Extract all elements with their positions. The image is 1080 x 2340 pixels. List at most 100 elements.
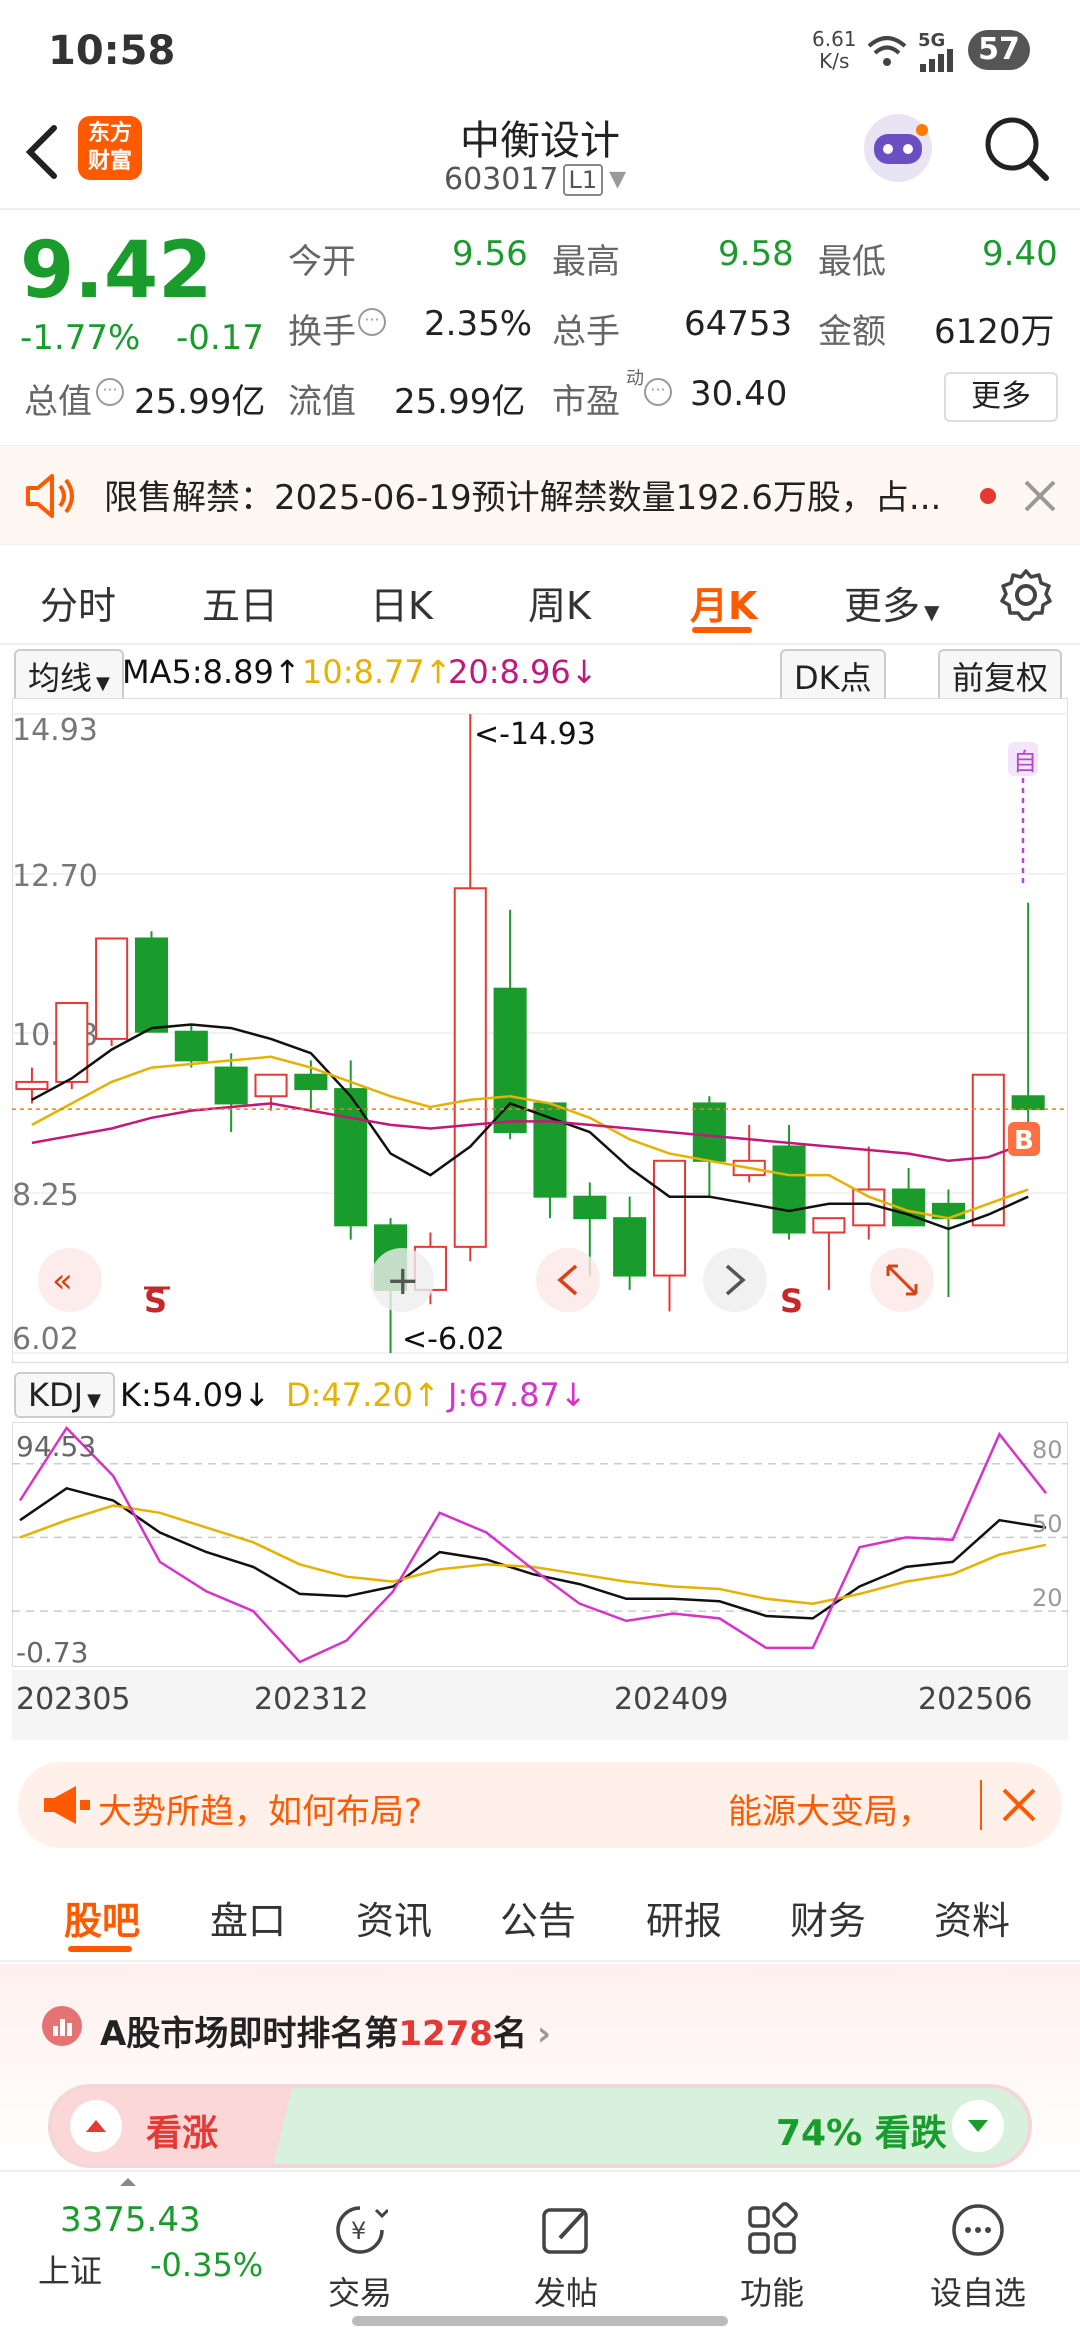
tab-fenshi[interactable]: 分时	[40, 575, 116, 630]
nav-trade[interactable]: ¥ 交易	[290, 2202, 430, 2314]
ma-selector-label: 均线	[28, 659, 93, 697]
net-speed-unit: K/s	[819, 49, 850, 73]
tab-wuri[interactable]: 五日	[202, 575, 278, 630]
candle-body	[134, 937, 169, 1033]
y-tick-label: 6.02	[12, 1322, 79, 1357]
status-time: 10:58	[48, 28, 176, 74]
fullscreen-button[interactable]	[870, 1248, 934, 1312]
kdj-tick-50: 50	[1032, 1510, 1063, 1538]
nav-add-watchlist-label: 设自选	[929, 2274, 1026, 2312]
y-tick-label: 8.25	[12, 1178, 79, 1213]
tab-ziliao[interactable]: 资料	[934, 1890, 1010, 1945]
robot-assistant-icon[interactable]	[858, 108, 938, 188]
self-marker: 自	[1013, 748, 1037, 776]
low-value: 9.40	[982, 234, 1058, 274]
notice-banner[interactable]: 限售解禁：2025-06-19预计解禁数量192.6万股，占...	[0, 445, 1080, 545]
float-cap-label: 流值	[288, 382, 356, 422]
index-value[interactable]: 3375.43	[60, 2200, 201, 2240]
nav-function[interactable]: 功能	[702, 2202, 842, 2314]
grid-icon	[748, 2202, 798, 2254]
candle-body	[95, 937, 129, 1040]
tab-more[interactable]: 更多 ▼	[844, 575, 939, 630]
total-cap-label: 总值	[24, 382, 92, 422]
x-tick-label: 202409	[614, 1682, 729, 1717]
zoom-in-button[interactable]: +	[370, 1248, 434, 1312]
tab-zixun[interactable]: 资讯	[356, 1890, 432, 1945]
tab-zhouk[interactable]: 周K	[528, 575, 591, 630]
promo-text-2[interactable]: 能源大变局，	[728, 1784, 932, 1833]
tab-guba[interactable]: 股吧	[64, 1890, 140, 1945]
change-amount: -0.17	[176, 318, 264, 358]
kdj-tick-20: 20	[1032, 1584, 1063, 1612]
edit-icon	[542, 2208, 588, 2254]
arrow-down-icon: ↓	[559, 1376, 587, 1414]
net-speed-value: 6.61	[812, 27, 857, 51]
tab-gonggao[interactable]: 公告	[500, 1890, 576, 1945]
stock-code-row[interactable]: 603017 L1 ▼	[444, 162, 626, 197]
quote-panel: 9.42 -1.77% -0.17 今开 9.56 最高 9.58 最低 9.4…	[0, 212, 1080, 442]
gear-icon[interactable]	[998, 567, 1054, 623]
info-icon[interactable]: ···	[358, 308, 386, 336]
index-change[interactable]: -0.35%	[150, 2246, 263, 2284]
candle-body	[812, 1217, 846, 1234]
tab-more-label: 更多	[844, 584, 921, 628]
tab-yuek[interactable]: 月K	[690, 575, 757, 630]
change-percent: -1.77%	[20, 318, 141, 358]
dropdown-icon: ▼	[87, 1390, 101, 1411]
x-tick-label: 202506	[918, 1682, 1033, 1717]
zoom-out-button[interactable]: «	[38, 1248, 102, 1312]
rank-text[interactable]: A股市场即时排名第1278名 ›	[100, 2006, 551, 2055]
search-icon[interactable]	[982, 114, 1052, 184]
d-value: D:47.20↑	[286, 1376, 440, 1414]
signal-icon	[920, 49, 953, 72]
adjust-button[interactable]: 前复权	[938, 649, 1063, 703]
tab-caiwu[interactable]: 财务	[790, 1890, 866, 1945]
more-button[interactable]: 更多	[944, 372, 1058, 422]
buy-marker: B	[1014, 1126, 1034, 1156]
promo-text-1[interactable]: 大势所趋，如何布局?	[98, 1784, 422, 1833]
rank-prefix: A股市场即时排名第	[100, 2014, 399, 2054]
battery-indicator: 57	[968, 30, 1030, 70]
min-annotation: <-6.02	[402, 1322, 505, 1357]
promo-banner[interactable]: 大势所趋，如何布局? 能源大变局，	[18, 1762, 1062, 1848]
sell-marker: S	[780, 1282, 803, 1320]
speaker-icon	[26, 474, 74, 518]
high-value: 9.58	[718, 234, 794, 274]
candle-body	[214, 1066, 248, 1105]
pe-superscript: 动	[626, 368, 644, 389]
bull-label[interactable]: 看涨	[146, 2104, 218, 2156]
nav-post[interactable]: 发帖	[496, 2202, 636, 2314]
close-icon[interactable]	[1000, 1786, 1038, 1824]
kdj-chart[interactable]: 94.53 -0.73 80 50 20	[12, 1422, 1068, 1667]
bull-button[interactable]	[70, 2100, 122, 2152]
tab-yanbao[interactable]: 研报	[646, 1890, 722, 1945]
index-name[interactable]: 上证	[38, 2246, 102, 2292]
bear-label[interactable]: 74% 看跌	[776, 2104, 947, 2156]
kdj-indicator-bar: KDJ ▼ K:54.09↓ D:47.20↑ J:67.87↓	[0, 1368, 1080, 1418]
divider	[980, 1780, 982, 1830]
dropdown-icon: ▼	[96, 673, 110, 694]
scroll-left-button[interactable]	[536, 1248, 600, 1312]
info-icon[interactable]: ···	[96, 378, 124, 406]
kdj-min-label: -0.73	[16, 1636, 88, 1667]
info-icon[interactable]: ···	[644, 378, 672, 406]
candlestick-chart[interactable]: 14.9312.7010.488.256.02 <-14.93 <-6.02 自…	[12, 698, 1068, 1363]
turnover-label: 换手	[288, 312, 356, 352]
tab-rik[interactable]: 日K	[370, 575, 433, 630]
candle-body	[453, 887, 487, 1248]
scroll-right-button[interactable]	[703, 1248, 767, 1312]
tab-pankou[interactable]: 盘口	[210, 1890, 286, 1945]
amount-value: 6120万	[934, 312, 1055, 352]
volume-value: 64753	[684, 304, 793, 344]
ma-selector[interactable]: 均线 ▼	[14, 649, 124, 703]
close-icon[interactable]	[1020, 476, 1060, 516]
candle-body	[772, 1145, 806, 1234]
x-tick-label: 202305	[16, 1682, 131, 1717]
home-indicator	[352, 2316, 728, 2326]
nav-add-watchlist[interactable]: 设自选	[908, 2202, 1048, 2314]
zoom-out-label: «	[52, 1261, 73, 1301]
max-annotation: <-14.93	[474, 717, 596, 752]
bear-button[interactable]	[952, 2100, 1004, 2152]
kdj-selector[interactable]: KDJ ▼	[14, 1372, 115, 1418]
dk-button[interactable]: DK点	[780, 649, 886, 703]
